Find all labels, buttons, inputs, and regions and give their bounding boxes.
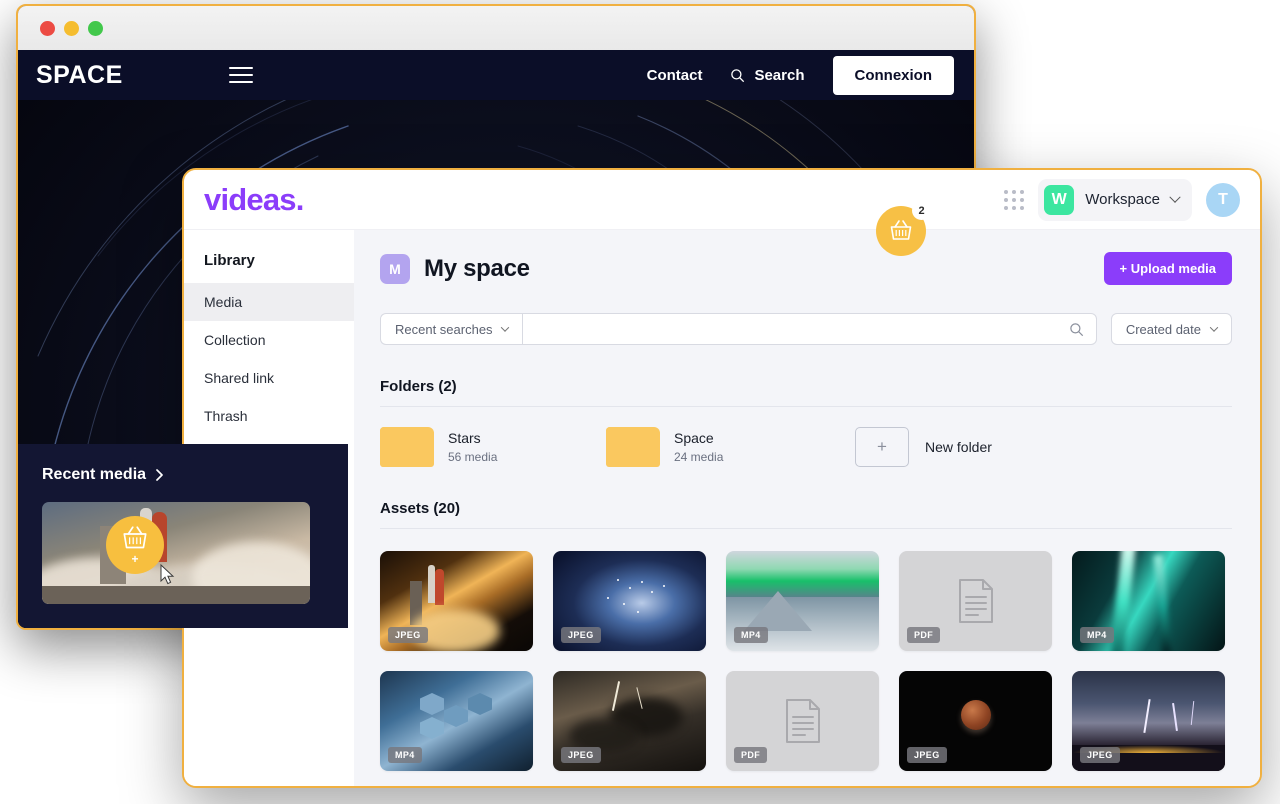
folders-section-title: Folders (2) [380, 378, 457, 395]
asset-card[interactable]: JPEG [1072, 671, 1225, 771]
chevron-down-icon [500, 323, 509, 332]
asset-type-badge: JPEG [561, 627, 601, 643]
search-toolbar: Recent searches Created date [380, 313, 1232, 345]
login-button[interactable]: Connexion [832, 55, 954, 95]
window-close-button[interactable] [40, 20, 55, 36]
recent-searches-dropdown[interactable]: Recent searches [380, 313, 522, 345]
asset-type-badge: JPEG [388, 627, 428, 643]
assets-section-divider [380, 528, 1232, 529]
folder-plus-icon: + [855, 427, 909, 467]
document-icon [785, 699, 820, 743]
recent-searches-label: Recent searches [395, 321, 493, 337]
nav-link-contact[interactable]: Contact [647, 67, 703, 84]
folder-count: 56 media [448, 450, 498, 464]
sidebar-item-collection[interactable]: Collection [184, 321, 354, 359]
asset-type-badge: MP4 [1080, 627, 1114, 643]
document-icon [958, 579, 993, 623]
asset-type-badge: JPEG [907, 747, 947, 763]
recent-media-thumbnail[interactable]: + [42, 502, 310, 604]
moon-art [960, 700, 991, 730]
page-title: My space [424, 254, 530, 282]
asset-card[interactable]: JPEG [899, 671, 1052, 771]
asset-card[interactable]: MP4 [380, 671, 533, 771]
asset-type-badge: JPEG [1080, 747, 1120, 763]
search-field-wrapper [521, 313, 1097, 345]
site-nav-right: Contact Search Connexion [647, 55, 956, 95]
nav-search-label: Search [754, 66, 805, 84]
app-header: videas. W Workspace T [184, 170, 1260, 230]
assets-section-title: Assets (20) [380, 500, 461, 517]
sort-dropdown[interactable]: Created date [1110, 313, 1232, 345]
asset-type-badge: JPEG [561, 747, 601, 763]
search-icon [731, 68, 745, 82]
chevron-down-icon [1209, 323, 1219, 332]
hamburger-menu-icon[interactable] [228, 67, 253, 83]
asset-card[interactable]: JPEG [380, 551, 533, 651]
basket-button[interactable]: 2 [876, 201, 931, 256]
nav-link-search[interactable]: Search [730, 66, 805, 84]
folder-name: Space [674, 430, 714, 446]
asset-card[interactable]: PDF [726, 671, 879, 771]
sidebar-item-thrash[interactable]: Thrash [184, 397, 354, 435]
sort-label: Created date [1125, 321, 1201, 337]
asset-type-badge: PDF [907, 627, 941, 643]
upload-media-button[interactable]: + Upload media [1103, 252, 1232, 285]
main-content: M My space + Upload media Recent searche… [354, 230, 1260, 786]
chevron-down-icon [1169, 191, 1181, 203]
basket-icon [890, 220, 912, 240]
asset-card[interactable]: JPEG [553, 671, 706, 771]
page-header: M My space + Upload media [380, 252, 1232, 285]
screenshot-stage: SPACE Contact Search Connexion 2 Recent … [0, 0, 1280, 804]
search-input[interactable] [534, 321, 1069, 337]
sidebar-item-media[interactable]: Media [184, 283, 354, 321]
basket-add-icon [123, 526, 147, 549]
recent-media-panel: Recent media + [18, 444, 348, 628]
window-minimize-button[interactable] [64, 20, 79, 36]
folder-name: Stars [448, 430, 481, 446]
app-header-right: W Workspace T [1004, 178, 1240, 221]
asset-type-badge: MP4 [388, 747, 422, 763]
recent-media-header[interactable]: Recent media [42, 466, 348, 484]
folder-icon [380, 427, 434, 467]
new-folder-label: New folder [925, 439, 992, 455]
grid-dots-icon[interactable] [1004, 189, 1025, 210]
folder-text: Stars 56 media [448, 430, 497, 464]
app-logo[interactable]: videas. [204, 182, 304, 218]
asset-card[interactable]: PDF [899, 551, 1052, 651]
site-navbar: SPACE Contact Search Connexion [18, 50, 974, 100]
new-folder-button[interactable]: + New folder [855, 427, 992, 467]
recent-media-title: Recent media [42, 466, 147, 483]
avatar[interactable]: T [1206, 182, 1240, 217]
folder-count: 24 media [674, 450, 724, 464]
asset-card[interactable]: MP4 [726, 551, 879, 651]
window-titlebar [18, 6, 974, 50]
workspace-switcher[interactable]: W Workspace [1038, 178, 1192, 221]
site-logo[interactable]: SPACE [36, 61, 123, 90]
folder-icon [606, 427, 660, 467]
basket-plus-label: + [131, 552, 139, 566]
asset-type-badge: PDF [734, 747, 768, 763]
workspace-label: Workspace [1085, 191, 1160, 208]
folder-item[interactable]: Space 24 media [606, 427, 832, 467]
assets-grid: JPEG JPEG MP4 PDF MP4 MP4 JPEG PDF JPEG … [380, 551, 1232, 771]
folders-section-divider [380, 406, 1232, 407]
chevron-right-icon [156, 469, 163, 481]
page-badge: M [380, 253, 410, 284]
workspace-badge: W [1044, 184, 1075, 215]
window-maximize-button[interactable] [88, 20, 103, 36]
sidebar-item-shared-link[interactable]: Shared link [184, 359, 354, 397]
folder-item[interactable]: Stars 56 media [380, 427, 606, 467]
add-to-basket-overlay-button[interactable]: + [106, 516, 164, 574]
asset-card[interactable]: JPEG [553, 551, 706, 651]
asset-card[interactable]: MP4 [1072, 551, 1225, 651]
search-icon[interactable] [1069, 322, 1084, 337]
folder-text: Space 24 media [674, 430, 723, 464]
asset-type-badge: MP4 [734, 627, 768, 643]
basket-count-badge: 2 [912, 201, 931, 220]
folders-list: Stars 56 media Space 24 media + New fold… [380, 427, 1232, 467]
sidebar-title: Library [204, 252, 255, 269]
cursor-arrow-icon [160, 564, 175, 585]
